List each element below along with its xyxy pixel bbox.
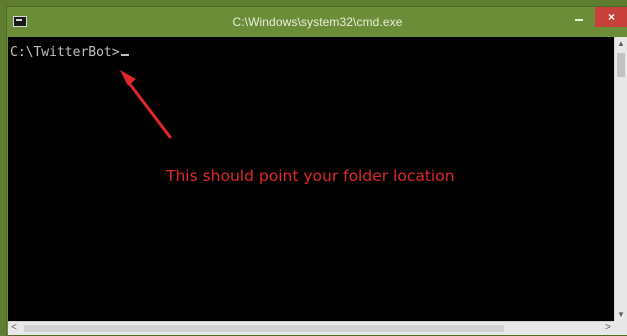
console-area[interactable]: C:\TwitterBot> This should point your fo…: [8, 37, 614, 321]
window-title: C:\Windows\system32\cmd.exe: [232, 15, 403, 29]
vertical-scrollbar[interactable]: ▲ ▼: [614, 37, 627, 321]
title-bar[interactable]: C:\Windows\system32\cmd.exe ×: [7, 7, 627, 37]
horizontal-scrollbar[interactable]: < >: [8, 321, 614, 335]
arrow-shaft: [124, 77, 172, 139]
scroll-down-icon[interactable]: ▼: [617, 310, 625, 319]
annotation-text: This should point your folder location: [166, 167, 455, 185]
scrollbar-corner: [614, 321, 627, 335]
scroll-up-icon[interactable]: ▲: [617, 39, 625, 48]
close-button[interactable]: ×: [595, 7, 627, 27]
prompt-text: C:\TwitterBot>: [10, 45, 120, 60]
close-icon: ×: [607, 10, 615, 24]
minimize-icon: [575, 19, 583, 21]
arrow-head: [120, 70, 136, 86]
cmd-window: C:\Windows\system32\cmd.exe × C:\Twitter…: [6, 6, 627, 336]
text-cursor: [120, 54, 129, 56]
command-prompt: C:\TwitterBot>: [10, 45, 129, 60]
scroll-right-icon[interactable]: >: [605, 322, 611, 333]
minimize-button[interactable]: [567, 7, 591, 27]
scroll-left-icon[interactable]: <: [11, 322, 17, 333]
horizontal-scroll-thumb[interactable]: [24, 325, 504, 332]
vertical-scroll-thumb[interactable]: [617, 53, 625, 77]
